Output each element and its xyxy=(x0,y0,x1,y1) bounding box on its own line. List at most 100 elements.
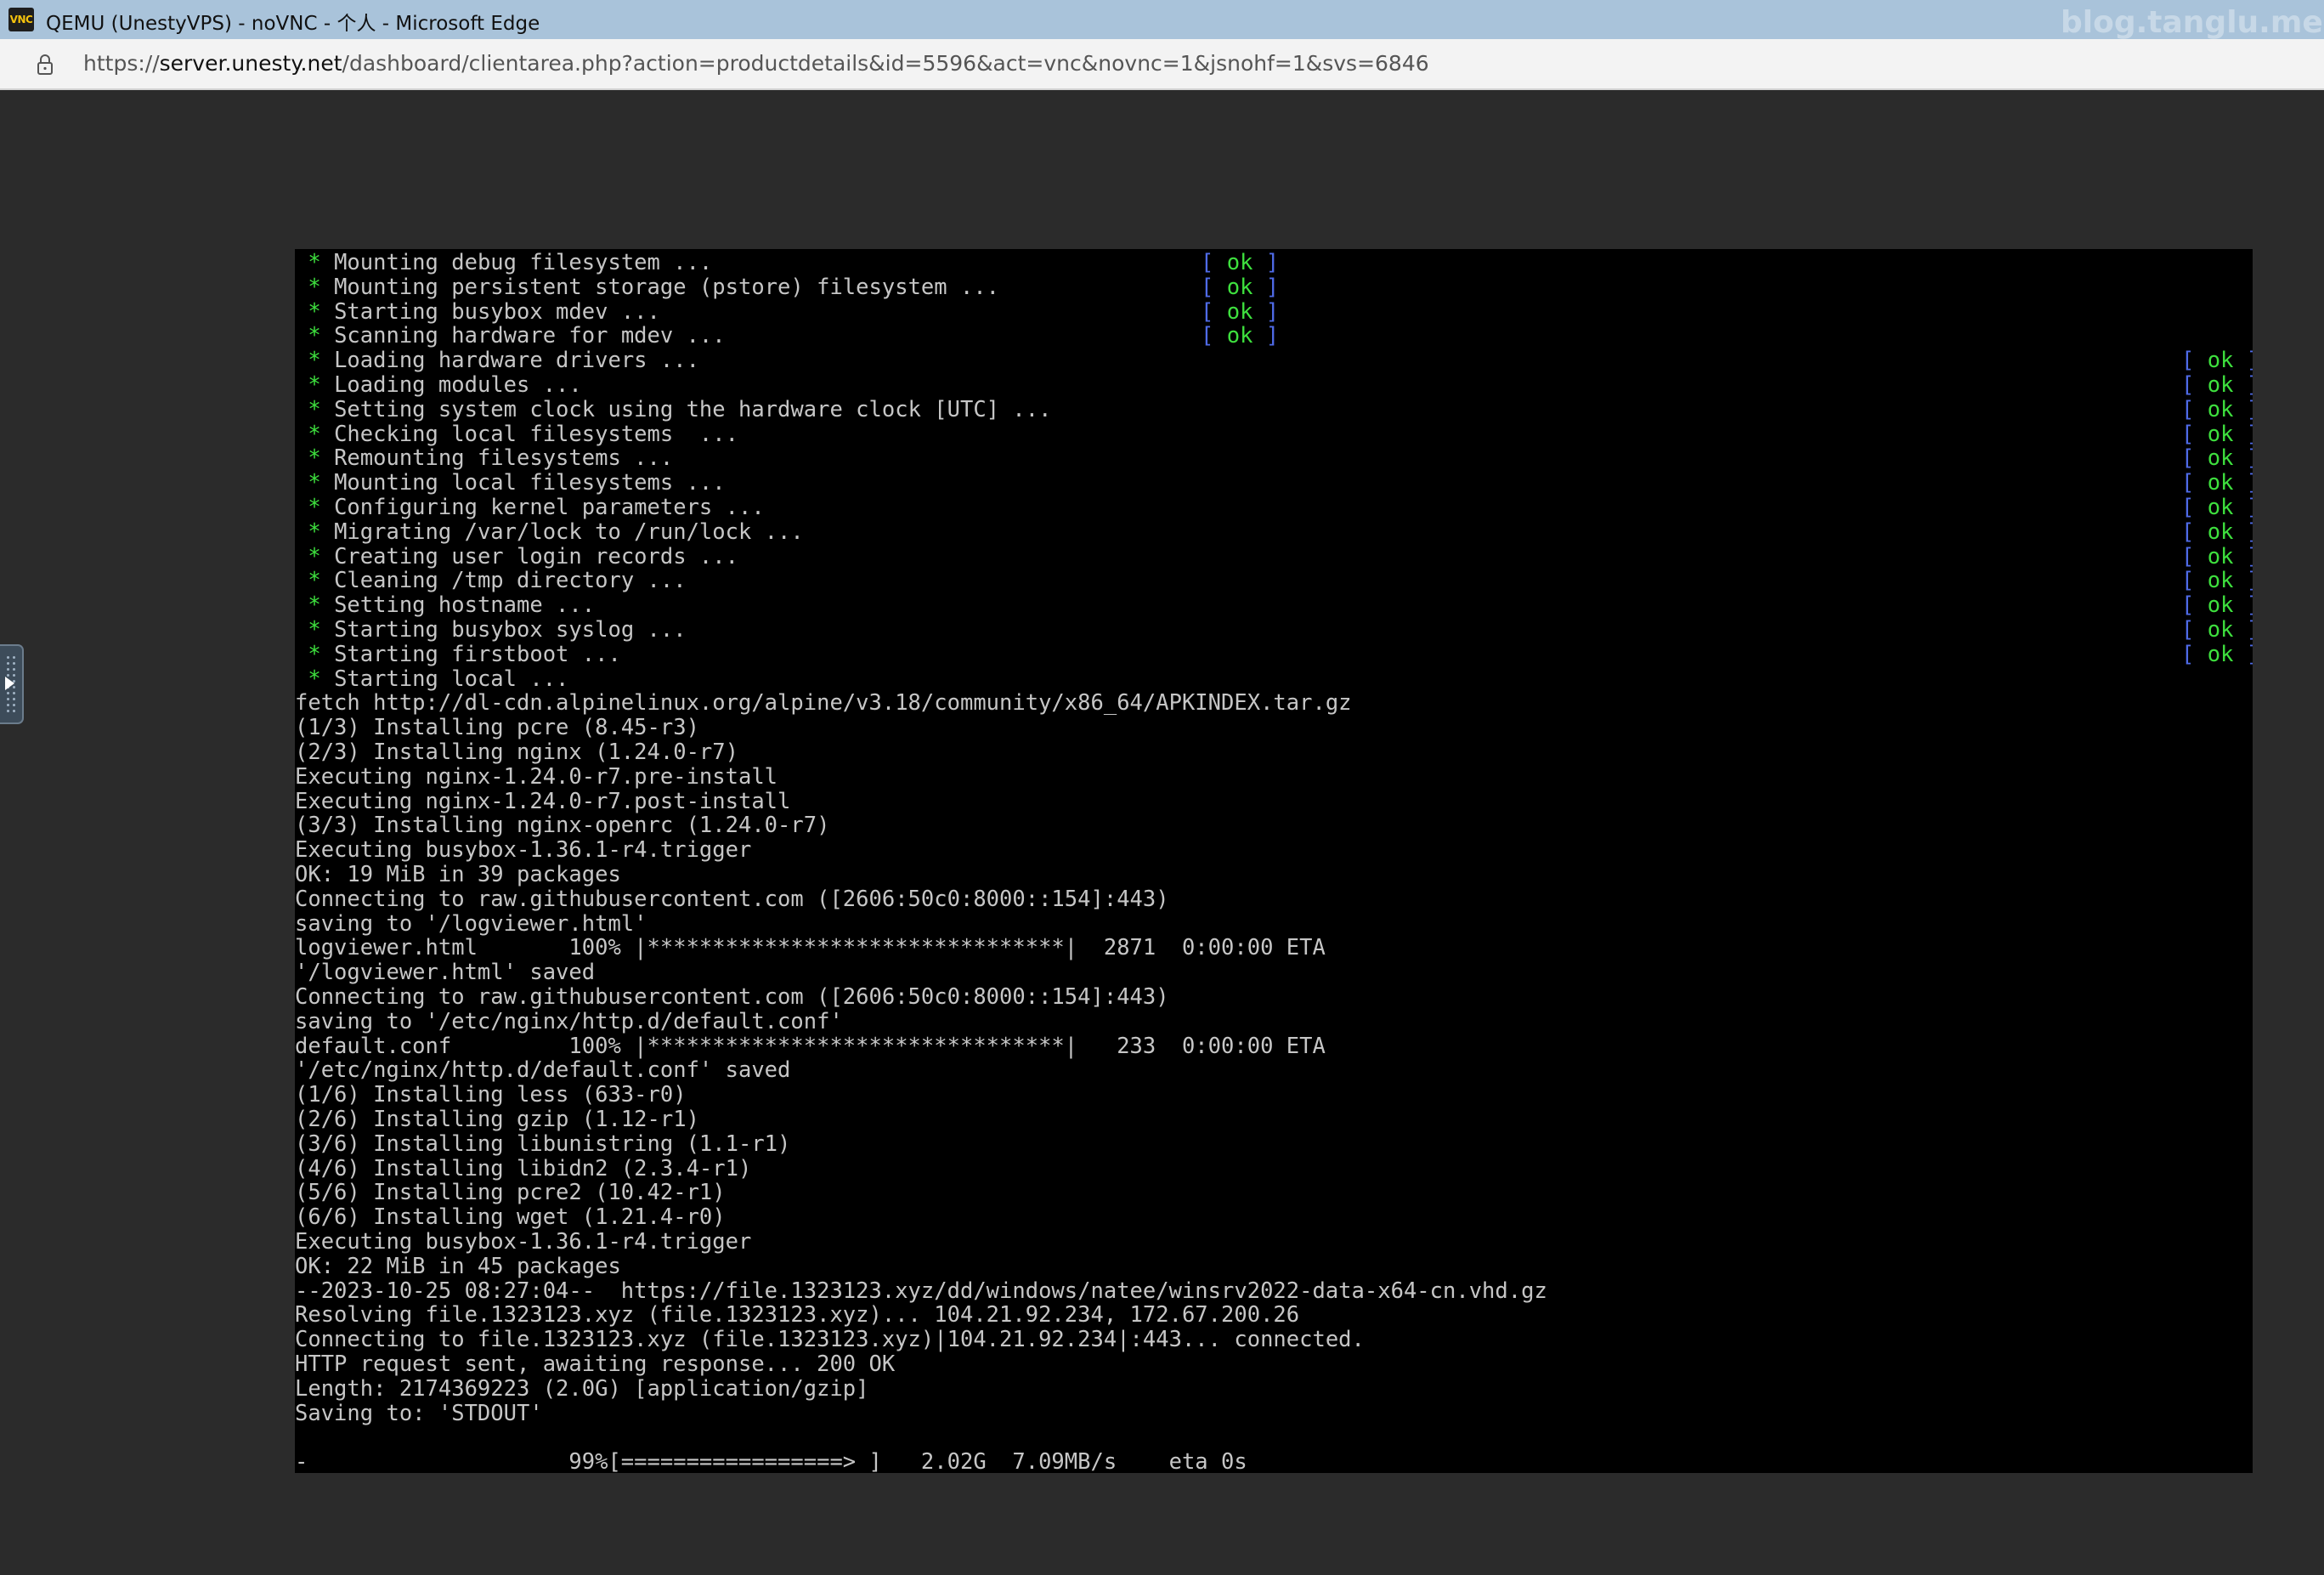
terminal-output-line: --2023-10-25 08:27:04-- https://file.132… xyxy=(295,1278,1547,1304)
service-bullet: * xyxy=(295,298,335,325)
status-bracket: [ xyxy=(2181,592,2208,619)
service-text: Configuring kernel parameters ... xyxy=(334,495,765,520)
address-bar[interactable]: https://server.unesty.net/dashboard/clie… xyxy=(0,39,2324,90)
service-bullet: * xyxy=(295,274,335,300)
url-host: server.unesty.net xyxy=(159,51,342,76)
terminal-output-line: Executing busybox-1.36.1-r4.trigger xyxy=(295,1229,752,1255)
service-text: Loading hardware drivers ... xyxy=(334,348,699,374)
terminal-output-line: (4/6) Installing libidn2 (2.3.4-r1) xyxy=(295,1155,752,1181)
status-ok: [ ok ] xyxy=(2181,496,2253,520)
window-title-bar: VNC QEMU (UnestyVPS) - noVNC - 个人 - Micr… xyxy=(0,0,2324,40)
status-ok-label: ok xyxy=(2207,445,2234,472)
terminal-output-line: Executing nginx-1.24.0-r7.post-install xyxy=(295,788,791,814)
terminal-output-line: (3/6) Installing libunistring (1.1-r1) xyxy=(295,1130,791,1157)
status-ok: [ ok ] xyxy=(2181,396,2253,422)
status-bracket: ] xyxy=(2233,372,2253,398)
window-title: QEMU (UnestyVPS) - noVNC - 个人 - Microsof… xyxy=(46,13,540,35)
status-bracket: ] xyxy=(2233,544,2253,569)
status-bracket: [ xyxy=(1201,250,1227,275)
service-line: * Mounting persistent storage (pstore) f… xyxy=(295,275,999,300)
terminal-output-line: Executing busybox-1.36.1-r4.trigger xyxy=(295,837,752,864)
status-bracket: ] xyxy=(2233,617,2253,643)
status-ok-label: ok xyxy=(1226,323,1253,349)
status-bracket: [ xyxy=(1201,323,1227,349)
status-bracket: [ xyxy=(2181,641,2208,667)
status-ok-label: ok xyxy=(2207,470,2234,496)
service-bullet: * xyxy=(295,666,335,692)
status-ok: [ ok ] xyxy=(1201,298,1280,325)
status-bracket: [ xyxy=(2181,372,2208,398)
service-line: * Mounting debug filesystem ... xyxy=(295,251,712,275)
service-line: * Configuring kernel parameters ... xyxy=(295,495,765,520)
status-bracket: [ xyxy=(2181,445,2208,472)
status-ok-label: ok xyxy=(2207,348,2234,374)
service-text: Starting busybox mdev ... xyxy=(334,298,660,325)
service-line: * Starting local ... xyxy=(295,666,569,692)
terminal-output-line: fetch http://dl-cdn.alpinelinux.org/alpi… xyxy=(295,690,1352,717)
status-ok-label: ok xyxy=(2207,568,2234,594)
status-ok-label: ok xyxy=(2207,372,2234,398)
watermark: blog.tanglu.me xyxy=(2061,5,2323,40)
service-line: * Loading hardware drivers ... xyxy=(295,348,699,373)
service-line: * Setting hostname ... xyxy=(295,593,595,618)
terminal-output-line: Executing nginx-1.24.0-r7.pre-install xyxy=(295,763,778,790)
terminal-output-line: default.conf 100% |*********************… xyxy=(295,1033,1326,1059)
service-text: Setting system clock using the hardware … xyxy=(334,396,1052,422)
status-ok-label: ok xyxy=(1226,274,1253,300)
terminal-output-line: saving to '/etc/nginx/http.d/default.con… xyxy=(295,1008,843,1034)
terminal-output-line: '/etc/nginx/http.d/default.conf' saved xyxy=(295,1057,791,1084)
terminal-output-line: HTTP request sent, awaiting response... … xyxy=(295,1351,896,1377)
status-bracket: ] xyxy=(1252,250,1280,275)
expand-arrow-icon[interactable] xyxy=(5,677,14,690)
service-text: Mounting debug filesystem ... xyxy=(334,250,713,275)
service-bullet: * xyxy=(295,396,335,422)
vnc-remote-screen[interactable]: * Mounting debug filesystem ... [ ok ] * … xyxy=(295,249,2253,1473)
service-bullet: * xyxy=(295,250,335,275)
status-ok: [ ok ] xyxy=(2181,543,2253,569)
status-bracket: ] xyxy=(2233,519,2253,545)
status-bracket: [ xyxy=(2181,421,2208,447)
terminal-output-line: (2/3) Installing nginx (1.24.0-r7) xyxy=(295,739,738,765)
status-bracket: ] xyxy=(1252,298,1280,325)
service-text: Starting local ... xyxy=(334,666,569,692)
status-ok: [ ok ] xyxy=(1201,324,1279,348)
service-text: Mounting persistent storage (pstore) fil… xyxy=(334,274,1000,300)
status-ok: [ ok ] xyxy=(2181,471,2253,496)
status-bracket: [ xyxy=(2181,518,2208,545)
status-bracket: ] xyxy=(1252,274,1280,300)
status-bracket: [ xyxy=(2181,617,2208,643)
status-bracket: ] xyxy=(2233,495,2253,520)
terminal-output-line: Connecting to file.1323123.xyz (file.132… xyxy=(295,1327,1365,1353)
status-bracket: [ xyxy=(2181,568,2208,594)
service-bullet: * xyxy=(295,568,335,594)
service-line: * Creating user login records ... xyxy=(295,544,738,569)
status-bracket: [ xyxy=(2181,543,2208,569)
lock-icon[interactable] xyxy=(32,52,58,77)
terminal-output-line: (1/3) Installing pcre (8.45-r3) xyxy=(295,715,699,741)
url-text[interactable]: https://server.unesty.net/dashboard/clie… xyxy=(83,51,1429,76)
terminal-output-line: Saving to: 'STDOUT' xyxy=(295,1400,543,1426)
status-bracket: ] xyxy=(2233,568,2253,593)
service-bullet: * xyxy=(295,421,335,447)
service-text: Setting hostname ... xyxy=(334,592,596,619)
status-bracket: [ xyxy=(2181,396,2208,422)
service-line: * Setting system clock using the hardwar… xyxy=(295,396,1052,422)
service-bullet: * xyxy=(295,495,335,520)
service-bullet: * xyxy=(295,518,335,545)
service-bullet: * xyxy=(295,641,335,667)
novnc-control-bar-handle[interactable] xyxy=(0,644,24,724)
service-text: Migrating /var/lock to /run/lock ... xyxy=(334,518,804,545)
status-bracket: ] xyxy=(2233,592,2253,618)
status-ok: [ ok ] xyxy=(2181,569,2253,593)
service-bullet: * xyxy=(295,348,335,374)
status-ok: [ ok ] xyxy=(2181,641,2253,667)
url-scheme: https:// xyxy=(83,51,160,76)
service-line: * Migrating /var/lock to /run/lock ... xyxy=(295,518,804,545)
terminal-output-line: (2/6) Installing gzip (1.12-r1) xyxy=(295,1107,699,1132)
status-bracket: [ xyxy=(2181,348,2208,374)
status-ok-label: ok xyxy=(1226,250,1253,275)
service-line: * Cleaning /tmp directory ... xyxy=(295,568,686,594)
status-ok: [ ok ] xyxy=(2181,422,2253,447)
status-ok-label: ok xyxy=(2207,543,2234,569)
status-ok-label: ok xyxy=(2207,641,2234,667)
